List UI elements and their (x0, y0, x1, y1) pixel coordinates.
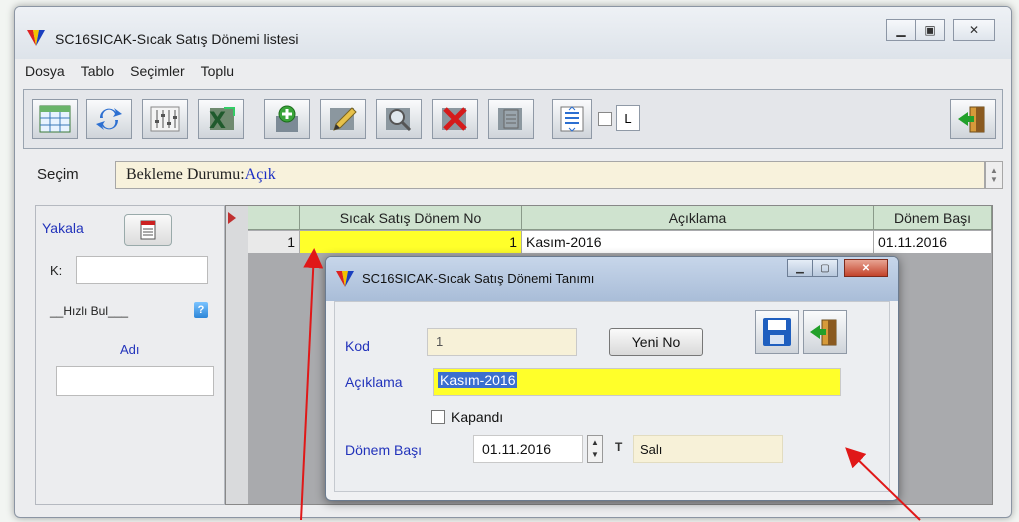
annotation-arrows (300, 248, 921, 521)
annotation-arrow-right (845, 447, 921, 521)
annotation-arrow-left (300, 248, 324, 521)
screenshot-stage: SC16SICAK-Sıcak Satış Dönemi listesi ▁ ▣… (0, 0, 1019, 522)
